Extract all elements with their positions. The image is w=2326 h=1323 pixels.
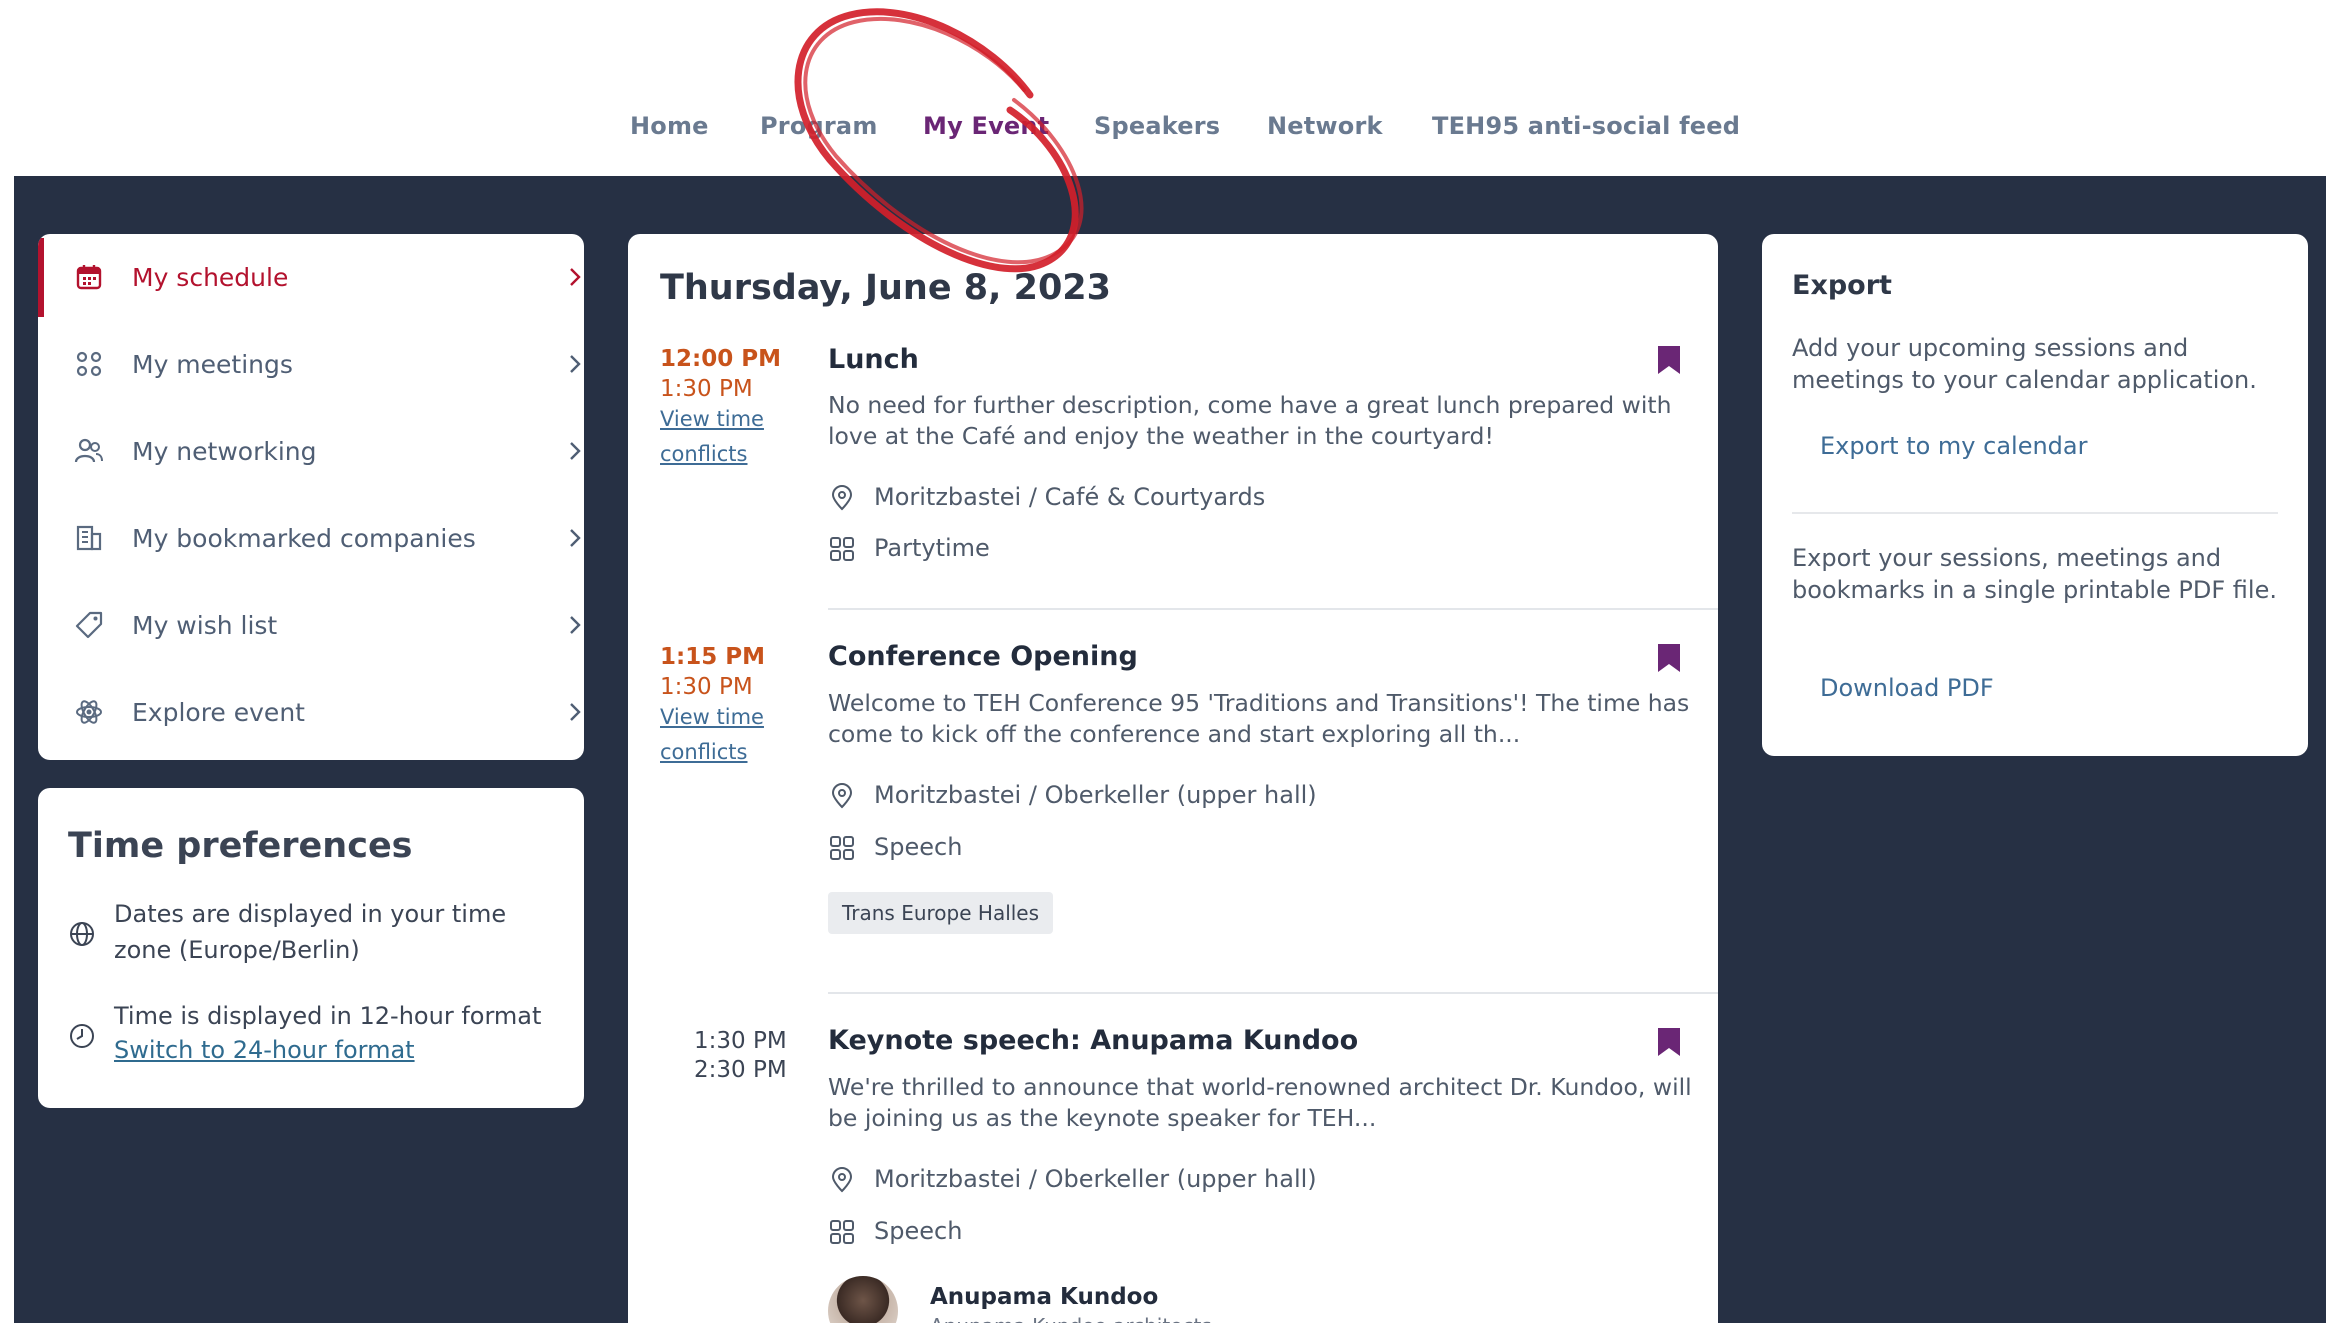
session-start-time: 1:15 PM (660, 644, 765, 670)
session-category: Speech (874, 833, 963, 861)
session-description: No need for further description, come ha… (828, 391, 1672, 450)
location-pin-icon (828, 1166, 856, 1194)
nav-network[interactable]: Network (1267, 112, 1383, 140)
sidebar-item-my-bookmarked-companies[interactable]: My bookmarked companies (38, 495, 584, 582)
download-pdf-link[interactable]: Download PDF (1820, 674, 1994, 702)
category-icon (828, 535, 856, 563)
session-title[interactable]: Lunch (828, 344, 919, 375)
time-preferences-title: Time preferences (68, 826, 413, 866)
session-end-time: 1:30 PM (660, 376, 753, 402)
sidebar-item-label: Explore event (132, 698, 305, 727)
sidebar-item-my-networking[interactable]: My networking (38, 408, 584, 495)
export-divider (1792, 512, 2278, 514)
speaker-name[interactable]: Anupama Kundoo (930, 1284, 1158, 1310)
session-description: Welcome to TEH Conference 95 'Traditions… (828, 689, 1690, 748)
export-pdf-text: Export your sessions, meetings and bookm… (1792, 544, 2277, 604)
people-icon (74, 436, 104, 466)
sidebar-item-label: My networking (132, 437, 317, 466)
export-card: Export Add your upcoming sessions and me… (1762, 234, 2308, 756)
session-location: Moritzbastei / Oberkeller (upper hall) (874, 1165, 1317, 1193)
schedule-card: Thursday, June 8, 2023 12:00 PM 1:30 PM … (628, 234, 1718, 1323)
switch-24-hour-link[interactable]: Switch to 24-hour format (114, 1036, 415, 1064)
session-start-time: 1:30 PM (694, 1028, 787, 1054)
location-pin-icon (828, 782, 856, 810)
top-navigation: Home Program My Event Speakers Network T… (0, 0, 2326, 176)
sidebar-item-label: My wish list (132, 611, 278, 640)
chevron-right-icon (568, 353, 582, 375)
session-description: We're thrilled to announce that world-re… (828, 1073, 1692, 1132)
export-calendar-text: Add your upcoming sessions and meetings … (1792, 334, 2257, 394)
session-divider (828, 608, 1718, 610)
schedule-date: Thursday, June 8, 2023 (660, 268, 1112, 308)
bookmark-icon[interactable] (1656, 642, 1682, 674)
nav-home[interactable]: Home (630, 112, 709, 140)
export-title: Export (1792, 270, 1892, 301)
nav-program[interactable]: Program (760, 112, 878, 140)
session-title[interactable]: Conference Opening (828, 641, 1138, 672)
globe-icon (68, 920, 96, 948)
clock-icon (68, 1022, 96, 1050)
meetings-icon (74, 349, 104, 379)
session-category: Partytime (874, 534, 990, 562)
atom-icon (74, 697, 104, 727)
time-preferences-card: Time preferences Dates are displayed in … (38, 788, 584, 1108)
building-icon (74, 523, 104, 553)
chevron-right-icon (568, 440, 582, 462)
nav-anti-social-feed[interactable]: TEH95 anti-social feed (1432, 112, 1740, 140)
nav-speakers[interactable]: Speakers (1094, 112, 1220, 140)
nav-my-event[interactable]: My Event (923, 112, 1049, 140)
category-icon (828, 834, 856, 862)
session-end-time: 2:30 PM (694, 1057, 787, 1083)
view-time-conflicts-link[interactable]: View time conflicts (660, 402, 790, 472)
chevron-right-icon (568, 266, 582, 288)
sidebar-item-label: My meetings (132, 350, 293, 379)
session-start-time: 12:00 PM (660, 346, 781, 372)
session-divider (828, 992, 1718, 994)
chevron-right-icon (568, 701, 582, 723)
view-time-conflicts-link[interactable]: View time conflicts (660, 700, 790, 770)
sidebar-item-label: My bookmarked companies (132, 524, 476, 553)
sidebar-item-explore-event[interactable]: Explore event (38, 669, 584, 756)
sidebar-item-my-schedule[interactable]: My schedule (38, 234, 584, 321)
my-event-menu: My schedule My meetings My networking My… (38, 234, 584, 760)
chevron-right-icon (568, 614, 582, 636)
session-title[interactable]: Keynote speech: Anupama Kundoo (828, 1025, 1358, 1056)
speaker-avatar[interactable] (828, 1276, 898, 1323)
session-location: Moritzbastei / Oberkeller (upper hall) (874, 781, 1317, 809)
speaker-organization: Anupama Kundoo architects (930, 1314, 1212, 1323)
time-format-text: Time is displayed in 12-hour format (114, 1002, 542, 1030)
organizer-tag[interactable]: Trans Europe Halles (828, 892, 1054, 934)
tag-icon (74, 610, 104, 640)
location-pin-icon (828, 484, 856, 512)
sidebar-item-label: My schedule (132, 263, 289, 292)
category-icon (828, 1218, 856, 1246)
bookmark-icon[interactable] (1656, 1026, 1682, 1058)
chevron-right-icon (568, 527, 582, 549)
session-location: Moritzbastei / Café & Courtyards (874, 483, 1266, 511)
sidebar-item-my-wish-list[interactable]: My wish list (38, 582, 584, 669)
timezone-text: Dates are displayed in your time zone (E… (114, 900, 507, 964)
sidebar-item-my-meetings[interactable]: My meetings (38, 321, 584, 408)
calendar-icon (74, 262, 104, 292)
session-end-time: 1:30 PM (660, 674, 753, 700)
session-category: Speech (874, 1217, 963, 1245)
bookmark-icon[interactable] (1656, 344, 1682, 376)
export-to-calendar-link[interactable]: Export to my calendar (1820, 432, 2087, 460)
